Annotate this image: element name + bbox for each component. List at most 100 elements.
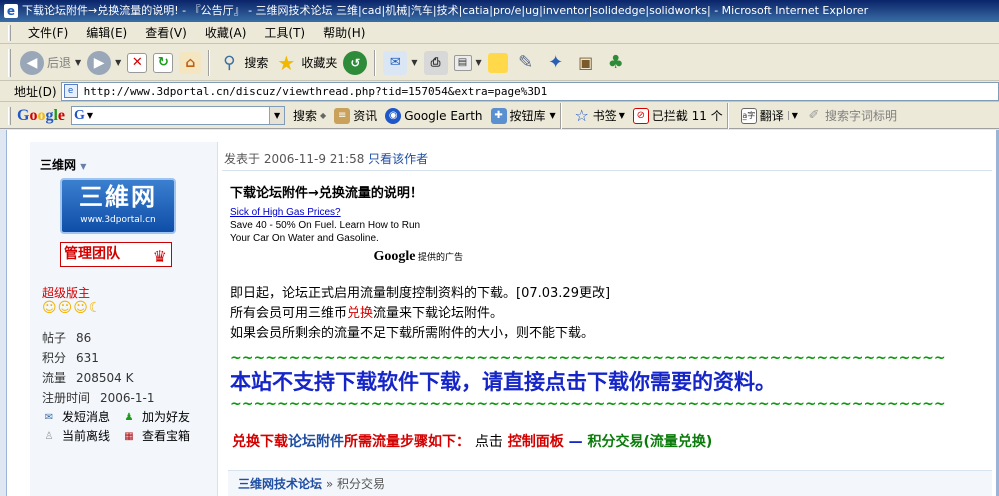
toolbar-grip[interactable]: [8, 48, 11, 77]
notice-text: 本站不支持下载软件下载，请直接点击下载你需要的资料。: [230, 369, 776, 394]
news-button[interactable]: ≡ 资讯: [334, 107, 377, 124]
envelope-icon: ✉: [44, 412, 54, 423]
chevron-down-icon: ▼: [618, 111, 625, 120]
stop-icon: ✕: [127, 52, 148, 73]
stat-row: 注册时间 2006-1-1: [42, 391, 155, 405]
messenger-button[interactable]: ✎: [511, 48, 541, 78]
chevron-down-icon[interactable]: ▼: [115, 58, 121, 67]
address-input[interactable]: e http://www.3dportal.cn/discuz/viewthre…: [60, 81, 999, 101]
only-author-link[interactable]: 只看该作者: [368, 152, 428, 166]
breadcrumb-forum-link[interactable]: 三维网技术论坛: [238, 477, 322, 491]
view-treasure-link[interactable]: ▦ 查看宝箱: [122, 427, 202, 446]
chevron-down-icon[interactable]: ▼: [476, 58, 482, 67]
google-earth-button[interactable]: ◉ Google Earth: [385, 107, 483, 124]
chevron-right-icon: ◆: [320, 111, 327, 120]
chevron-down-icon[interactable]: ▼: [87, 111, 93, 120]
translate-icon: a̲字: [740, 107, 757, 124]
bookmarks-button[interactable]: ☆ 书签 ▼: [574, 106, 625, 125]
google-search-input[interactable]: G ▼ ▼: [71, 106, 286, 125]
toolbar-grip[interactable]: [8, 24, 11, 41]
author-actions: ✉ 发短消息 ♟ 加为好友 ♙ 当前离线 ▦ 查看宝箱: [42, 408, 202, 446]
control-panel-text: 控制面板: [507, 434, 564, 450]
news-icon: ≡: [334, 107, 351, 124]
menu-bar: 文件(F) 编辑(E) 查看(V) 收藏(A) 工具(T) 帮助(H): [0, 22, 999, 44]
refresh-icon: ↻: [153, 52, 174, 73]
offline-status: ♙ 当前离线: [42, 427, 122, 446]
post-title: 下载论坛附件→兑换流量的说明！: [230, 186, 423, 201]
menu-tools[interactable]: 工具(T): [255, 23, 314, 43]
author-avatar: 三維网 www.3dportal.cn: [60, 178, 176, 234]
tilde-divider: ~~~~~~~~~~~~~~~~~~~~~~~~~~~~~~~~~~~~~~~~…: [230, 350, 946, 366]
research-button[interactable]: ▣: [571, 48, 601, 78]
google-logo[interactable]: Google: [17, 107, 65, 125]
page-left-border: [0, 130, 7, 496]
google-g-icon: G: [74, 107, 85, 123]
sun-icon: ☺☺☺: [42, 300, 89, 316]
print-button[interactable]: ⎙: [421, 48, 451, 78]
highlight-button[interactable]: ✐ 搜索字词标明: [806, 107, 896, 124]
ie-icon: e: [4, 4, 18, 18]
history-button[interactable]: ↺: [340, 48, 370, 78]
author-stats: 帖子 86 积分 631 流量 208504 K 注册时间 2006-1-1: [42, 328, 154, 408]
star-outline-icon: ☆: [574, 106, 589, 125]
rank-stars: ☺☺☺☾: [42, 300, 102, 316]
menu-favorites[interactable]: 收藏(A): [196, 23, 256, 43]
address-label: 地址(D): [14, 84, 57, 99]
window-title: 下载论坛附件→兑换流量的说明! - 『公告厅』 - 三维网技术论坛 三维|cad…: [22, 4, 869, 17]
discuss-button[interactable]: [485, 48, 511, 78]
toolbar-separator: [559, 102, 562, 129]
menu-file[interactable]: 文件(F): [19, 23, 77, 43]
msn-button[interactable]: ♣: [601, 48, 631, 78]
search-icon: ⚲: [223, 52, 236, 73]
author-name[interactable]: 三维网 ▼: [40, 156, 86, 173]
mail-button[interactable]: ✉ ▼: [380, 48, 420, 78]
home-button[interactable]: ⌂: [176, 48, 204, 78]
pen-icon: ✎: [518, 52, 534, 73]
send-message-link[interactable]: ✉ 发短消息: [42, 408, 122, 427]
forward-button[interactable]: ▶ ▼: [84, 48, 124, 78]
breadcrumb-item[interactable]: 积分交易: [337, 477, 385, 491]
stat-row: 积分 631: [42, 351, 99, 365]
add-friend-link[interactable]: ♟ 加为好友: [122, 408, 202, 427]
author-sidebar: 三维网 ▼ 三維网 www.3dportal.cn 管理团队 ♛ 超级版主 ☺☺…: [30, 142, 218, 496]
refresh-button[interactable]: ↻: [150, 48, 176, 78]
mail-icon: ✉: [383, 50, 408, 75]
chevron-down-icon[interactable]: ▼: [80, 162, 86, 171]
search-history-dropdown[interactable]: ▼: [269, 107, 285, 124]
crown-icon: ♛: [152, 247, 167, 266]
post-datetime: 2006-11-9 21:58: [263, 152, 365, 166]
address-url[interactable]: http://www.3dportal.cn/discuz/viewthread…: [84, 85, 548, 98]
page-content: 三维网 ▼ 三維网 www.3dportal.cn 管理团队 ♛ 超级版主 ☺☺…: [0, 130, 999, 496]
back-button[interactable]: ◀ 后退 ▼: [17, 48, 84, 78]
menu-help[interactable]: 帮助(H): [314, 23, 374, 43]
blocker-icon: ⊘: [632, 107, 649, 124]
translate-button[interactable]: a̲字 翻译 ▼: [740, 107, 798, 124]
google-search-button[interactable]: 搜索 ◆: [293, 107, 326, 124]
favorites-button[interactable]: ★ 收藏夹: [271, 48, 340, 78]
book-icon: ▣: [578, 53, 594, 72]
tool-button[interactable]: ✦: [541, 48, 571, 78]
page-icon: e: [63, 84, 78, 98]
google-ad[interactable]: Sick of High Gas Prices? Save 40 - 50% O…: [230, 206, 465, 266]
ad-link[interactable]: Sick of High Gas Prices?: [230, 206, 465, 219]
management-badge: 管理团队 ♛: [60, 242, 172, 267]
stop-button[interactable]: ✕: [124, 48, 150, 78]
menu-view[interactable]: 查看(V): [136, 23, 196, 43]
tilde-divider: ~~~~~~~~~~~~~~~~~~~~~~~~~~~~~~~~~~~~~~~~…: [230, 396, 946, 412]
edit-button[interactable]: ▤ ▼: [451, 48, 485, 78]
search-button[interactable]: ⚲ 搜索: [214, 48, 271, 78]
button-library-button[interactable]: ✚ 按钮库 ▼: [490, 107, 556, 124]
ad-attribution[interactable]: Google 提供的广告: [373, 250, 463, 264]
popup-blocker-button[interactable]: ⊘ 已拦截 11 个: [632, 107, 723, 124]
menu-edit[interactable]: 编辑(E): [77, 23, 136, 43]
chevron-down-icon[interactable]: ▼: [75, 58, 81, 67]
highlighter-icon: ✐: [808, 108, 820, 123]
chevron-down-icon[interactable]: ▼: [411, 58, 417, 67]
author-rank: 超级版主: [42, 286, 91, 300]
toolbar-separator: [374, 49, 377, 76]
toolbar-grip[interactable]: [8, 106, 11, 125]
home-icon: ⌂: [179, 51, 202, 74]
add-user-icon: ♟: [124, 412, 134, 423]
user-offline-icon: ♙: [44, 431, 54, 442]
treasure-chest-icon: ▦: [124, 431, 134, 442]
